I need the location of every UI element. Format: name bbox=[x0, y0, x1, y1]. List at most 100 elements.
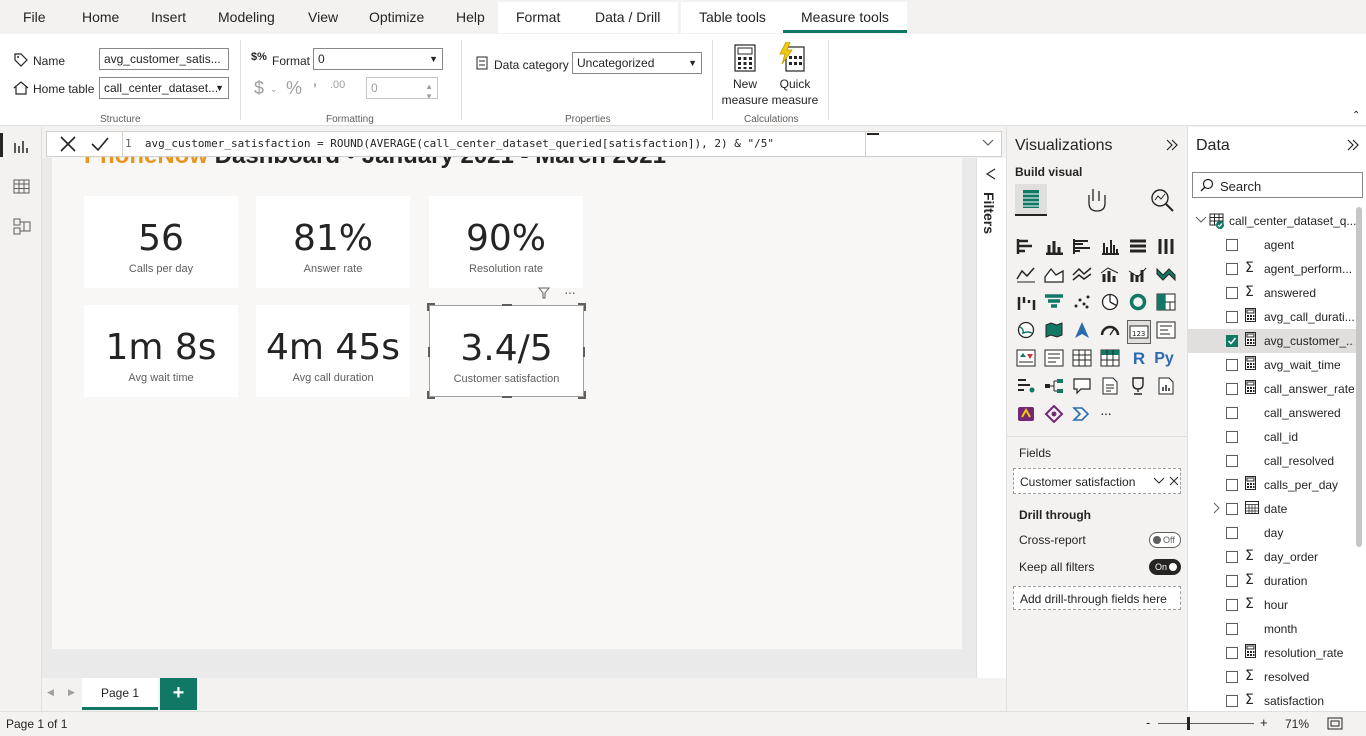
kpi-card-resolution-rate[interactable]: 90% Resolution rate bbox=[429, 196, 583, 288]
menu-insert[interactable]: Insert bbox=[151, 0, 186, 34]
field-row-call-resolved[interactable]: call_resolved bbox=[1188, 449, 1358, 473]
tab-page-1[interactable]: Page 1 bbox=[82, 678, 158, 710]
table-node[interactable]: call_center_dataset_q... bbox=[1188, 209, 1358, 233]
table-view-icon[interactable] bbox=[13, 179, 30, 194]
field-checkbox[interactable] bbox=[1226, 671, 1238, 683]
tab-measure-tools[interactable]: Measure tools bbox=[783, 2, 907, 33]
kpi-card-avg-call-duration[interactable]: 4m 45s Avg call duration bbox=[256, 305, 410, 397]
kpi-card-answer-rate[interactable]: 81% Answer rate bbox=[256, 196, 410, 288]
field-checkbox[interactable] bbox=[1226, 599, 1238, 611]
funnel-chart-icon[interactable] bbox=[1044, 293, 1066, 315]
waterfall-chart-icon[interactable] bbox=[1016, 293, 1038, 315]
field-row-resolved[interactable]: Σresolved bbox=[1188, 665, 1358, 689]
100-stacked-column-chart-icon[interactable] bbox=[1156, 237, 1178, 259]
search-input[interactable]: Search bbox=[1192, 172, 1363, 198]
field-checkbox[interactable] bbox=[1226, 287, 1238, 299]
field-row-calls-per-day[interactable]: calls_per_day bbox=[1188, 473, 1358, 497]
filled-map-icon[interactable] bbox=[1044, 321, 1066, 343]
filters-pane[interactable]: Filters bbox=[976, 158, 1006, 711]
resize-handle[interactable] bbox=[502, 304, 512, 306]
power-apps-icon[interactable] bbox=[1016, 405, 1038, 427]
field-checkbox[interactable] bbox=[1226, 479, 1238, 491]
field-checkbox[interactable] bbox=[1226, 695, 1238, 707]
chevron-down-icon[interactable] bbox=[1153, 476, 1165, 486]
field-row-call-answered[interactable]: call_answered bbox=[1188, 401, 1358, 425]
decomposition-tree-icon[interactable] bbox=[1044, 377, 1066, 399]
field-checkbox[interactable] bbox=[1226, 575, 1238, 587]
field-checkbox[interactable] bbox=[1226, 647, 1238, 659]
field-row-agent[interactable]: agent bbox=[1188, 233, 1358, 257]
power-automate-icon[interactable] bbox=[1044, 405, 1066, 427]
field-row-hour[interactable]: Σhour bbox=[1188, 593, 1358, 617]
field-checkbox[interactable] bbox=[1226, 335, 1238, 347]
menu-file[interactable]: File bbox=[23, 0, 46, 34]
field-checkbox[interactable] bbox=[1226, 455, 1238, 467]
kpi-icon[interactable] bbox=[1016, 349, 1038, 371]
field-checkbox[interactable] bbox=[1226, 263, 1238, 275]
field-row-call-answer-rate[interactable]: call_answer_rate bbox=[1188, 377, 1358, 401]
resize-handle[interactable] bbox=[427, 303, 435, 311]
menu-view[interactable]: View bbox=[308, 0, 338, 34]
smart-narrative-icon[interactable] bbox=[1100, 377, 1122, 399]
field-checkbox[interactable] bbox=[1226, 431, 1238, 443]
chevron-down-icon[interactable] bbox=[1195, 215, 1207, 225]
pie-chart-icon[interactable] bbox=[1100, 293, 1122, 315]
treemap-icon[interactable] bbox=[1156, 293, 1178, 315]
kpi-card-avg-wait-time[interactable]: 1m 8s Avg wait time bbox=[84, 305, 238, 397]
line-clustered-column-icon[interactable] bbox=[1100, 265, 1122, 287]
python-visual-icon[interactable]: Py bbox=[1150, 349, 1178, 371]
resize-handle[interactable] bbox=[583, 347, 585, 357]
field-checkbox[interactable] bbox=[1226, 383, 1238, 395]
collapse-ribbon-icon[interactable]: ⌃ bbox=[1352, 110, 1360, 121]
tab-data-drill[interactable]: Data / Drill bbox=[577, 2, 679, 33]
resize-handle[interactable] bbox=[502, 396, 512, 398]
field-well[interactable]: Customer satisfaction bbox=[1013, 468, 1181, 494]
new-measure-button[interactable]: New measure bbox=[720, 40, 770, 112]
kpi-card-customer-satisfaction[interactable]: 3.4/5 Customer satisfaction bbox=[427, 303, 586, 399]
more-visuals-icon[interactable]: ··· bbox=[1100, 405, 1122, 427]
field-row-agent-perform[interactable]: Σagent_perform... bbox=[1188, 257, 1358, 281]
field-row-answered[interactable]: Σanswered bbox=[1188, 281, 1358, 305]
remove-field-icon[interactable] bbox=[1169, 476, 1179, 486]
field-row-date[interactable]: date bbox=[1188, 497, 1358, 521]
gauge-icon[interactable] bbox=[1100, 321, 1122, 343]
format-select[interactable]: 0 ▼ bbox=[313, 48, 443, 70]
zoom-out-button[interactable]: - bbox=[1146, 715, 1150, 730]
card-icon[interactable]: 123 bbox=[1127, 320, 1151, 344]
fit-to-page-icon[interactable] bbox=[1327, 717, 1343, 730]
area-chart-icon[interactable] bbox=[1044, 265, 1066, 287]
quick-measure-button[interactable]: Quick measure bbox=[770, 40, 820, 112]
field-row-day[interactable]: day bbox=[1188, 521, 1358, 545]
power-automate-flow-icon[interactable] bbox=[1072, 405, 1094, 427]
format-visual-icon[interactable] bbox=[1085, 187, 1109, 213]
zoom-slider-thumb[interactable] bbox=[1187, 717, 1190, 730]
drill-through-well[interactable]: Add drill-through fields here bbox=[1013, 586, 1181, 610]
field-row-duration[interactable]: Σduration bbox=[1188, 569, 1358, 593]
qa-icon[interactable] bbox=[1072, 377, 1094, 399]
data-category-select[interactable]: Uncategorized ▼ bbox=[572, 52, 702, 74]
field-row-satisfaction[interactable]: Σsatisfaction bbox=[1188, 689, 1358, 711]
name-input[interactable]: avg_customer_satis... bbox=[99, 48, 229, 70]
report-view-icon[interactable] bbox=[13, 139, 29, 155]
ribbon-chart-icon[interactable] bbox=[1156, 265, 1178, 287]
add-page-button[interactable]: + bbox=[160, 678, 197, 710]
azure-map-icon[interactable] bbox=[1072, 321, 1094, 343]
field-checkbox[interactable] bbox=[1226, 503, 1238, 515]
key-influencers-icon[interactable] bbox=[1016, 377, 1038, 399]
field-checkbox[interactable] bbox=[1226, 551, 1238, 563]
cancel-formula-icon[interactable] bbox=[59, 135, 77, 153]
resize-handle[interactable] bbox=[578, 391, 586, 399]
tab-format[interactable]: Format bbox=[498, 2, 579, 33]
prev-page-icon[interactable]: ◀ bbox=[47, 687, 54, 698]
more-options-icon[interactable]: ··· bbox=[564, 284, 576, 300]
keep-all-filters-toggle[interactable]: On bbox=[1149, 559, 1181, 575]
currency-button[interactable]: $ bbox=[254, 78, 264, 99]
kpi-card-calls-per-day[interactable]: 56 Calls per day bbox=[84, 196, 238, 288]
analytics-icon[interactable] bbox=[1149, 187, 1175, 213]
matrix-icon[interactable] bbox=[1100, 349, 1122, 371]
metrics-icon[interactable] bbox=[1128, 377, 1150, 399]
field-checkbox[interactable] bbox=[1226, 407, 1238, 419]
expand-formula-icon[interactable] bbox=[981, 137, 995, 149]
line-stacked-column-icon[interactable] bbox=[1128, 265, 1150, 287]
zoom-in-button[interactable]: + bbox=[1260, 715, 1268, 730]
